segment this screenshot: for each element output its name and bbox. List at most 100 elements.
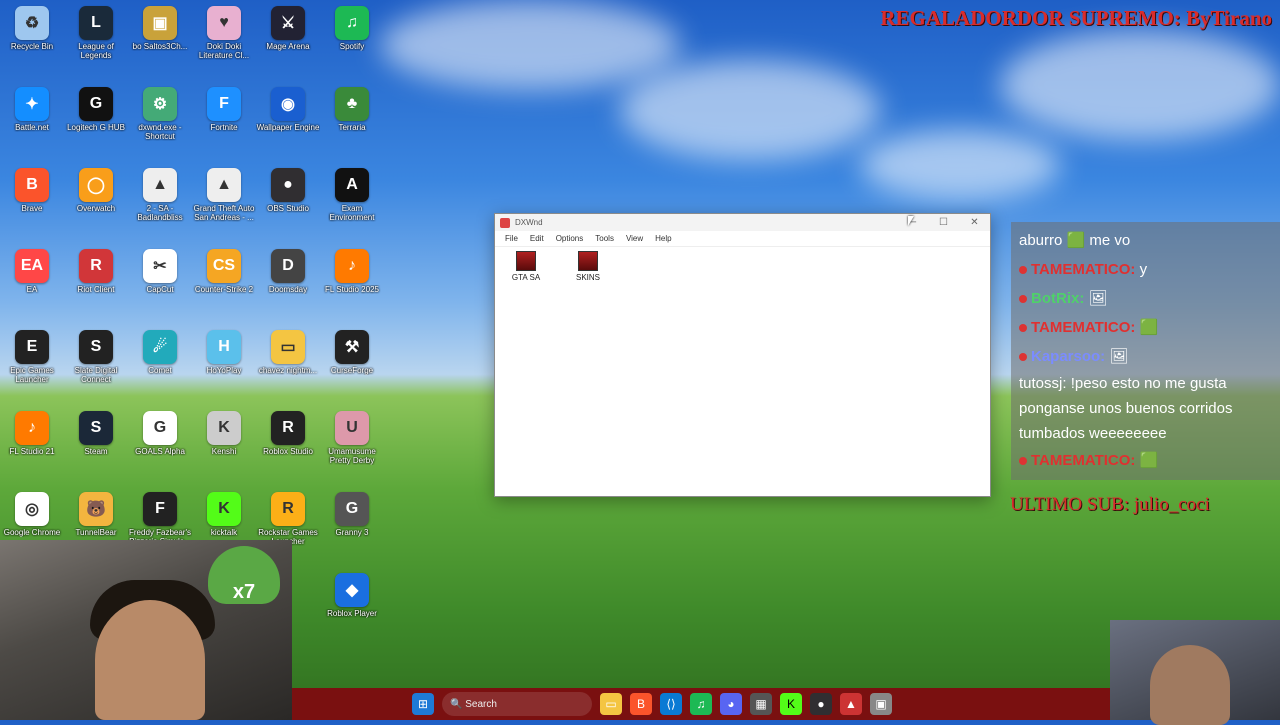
file-explorer-icon[interactable]: ▭ <box>600 693 622 715</box>
desktop-icon[interactable]: F Fortnite <box>192 81 256 132</box>
desktop-icon[interactable]: K Kenshi <box>192 405 256 456</box>
app-icon: ▣ <box>143 6 177 40</box>
desktop-icon[interactable]: S Steam <box>64 405 128 456</box>
desktop-icon[interactable]: EA EA <box>0 243 64 294</box>
desktop-icon[interactable]: ◎ Google Chrome <box>0 486 64 537</box>
desktop-icon-label: Brave <box>21 204 43 213</box>
desktop-icon-label: Exam Environment <box>329 204 375 222</box>
kick-icon[interactable]: K <box>780 693 802 715</box>
desktop-icon[interactable]: ▲ 2 - SA - Badlandbliss <box>128 162 192 222</box>
desktop-icon[interactable]: RRockstar Games Launcher <box>256 486 320 546</box>
desktop-icon[interactable]: ✦ Battle.net <box>0 81 64 132</box>
app-icon: K <box>207 411 241 445</box>
menu-tools[interactable]: Tools <box>589 234 620 243</box>
app-icon: ◉ <box>271 87 305 121</box>
desktop-icon[interactable]: R Roblox Studio <box>256 405 320 456</box>
desktop-icon[interactable]: ▭ chavez nightm... <box>256 324 320 375</box>
app-icon: S <box>79 330 113 364</box>
desktop-icon[interactable]: ⚔ Mage Arena <box>256 0 320 51</box>
app-icon: G <box>79 87 113 121</box>
chat-message: TAMEMATICO: 🟩 <box>1019 446 1272 475</box>
desktop-icon[interactable]: ▲ Grand Theft Auto San Andreas - ... <box>192 162 256 222</box>
desktop-icon[interactable]: ◆ Roblox Player <box>320 567 384 618</box>
desktop-icon[interactable]: U Umamusume Pretty Derby <box>320 405 384 465</box>
desktop-icon-label: League of Legends <box>78 42 114 60</box>
desktop-icon[interactable]: Kkicktalk <box>192 486 256 537</box>
desktop-icon[interactable]: A Exam Environment <box>320 162 384 222</box>
app-icon: G <box>335 492 369 526</box>
desktop-icon[interactable]: S Slate Digital Connect <box>64 324 128 384</box>
app-icon: L <box>79 6 113 40</box>
desktop-icon-label: Umamusume Pretty Derby <box>328 447 376 465</box>
brave-icon[interactable]: B <box>630 693 652 715</box>
desktop-icon-label: Kenshi <box>211 447 237 456</box>
app-icon[interactable]: ▲ <box>840 693 862 715</box>
start-icon[interactable]: ⊞ <box>412 693 434 715</box>
discord-icon[interactable]: ◕ <box>720 693 742 715</box>
vscode-icon[interactable]: ⟨⟩ <box>660 693 682 715</box>
chat-text: 🟩 <box>1139 319 1159 336</box>
desktop-icon[interactable]: ♣ Terraria <box>320 81 384 132</box>
app-icon: R <box>271 411 305 445</box>
desktop-icon-label: Spotify <box>339 42 365 51</box>
desktop-icon[interactable]: G GOALS Alpha <box>128 405 192 456</box>
app-icon[interactable]: ▦ <box>750 693 772 715</box>
desktop-icon[interactable]: ♪ FL Studio 21 <box>0 405 64 456</box>
desktop-icon-label: Roblox Studio <box>263 447 313 456</box>
desktop-icon[interactable]: B Brave <box>0 162 64 213</box>
close-button[interactable]: ✕ <box>959 214 990 231</box>
desktop-icon[interactable]: ✂ CapCut <box>128 243 192 294</box>
app-icon: ▭ <box>271 330 305 364</box>
app-icon: 🐻 <box>79 492 113 526</box>
desktop-icon[interactable]: G Logitech G HUB <box>64 81 128 132</box>
menu-help[interactable]: Help <box>649 234 677 243</box>
desktop-icon[interactable]: ♫ Spotify <box>320 0 384 51</box>
spotify-icon[interactable]: ♫ <box>690 693 712 715</box>
desktop-icon[interactable]: R Riot Client <box>64 243 128 294</box>
chat-message: tutossj: !peso esto no me gusta ponganse… <box>1019 371 1272 446</box>
app-icon: EA <box>15 249 49 283</box>
maximize-button[interactable]: ☐ <box>928 214 959 231</box>
menu-bar: File Edit Options Tools View Help <box>495 231 990 247</box>
desktop-icon[interactable]: ☄ Comet <box>128 324 192 375</box>
taskbar-search[interactable]: 🔍 Search <box>442 692 592 716</box>
desktop-icon[interactable]: ⚙ dxwnd.exe - Shortcut <box>128 81 192 141</box>
obs-icon[interactable]: ● <box>810 693 832 715</box>
app-icon[interactable]: ▣ <box>870 693 892 715</box>
file-item-skins[interactable]: SKINS <box>563 251 613 282</box>
menu-file[interactable]: File <box>499 234 524 243</box>
desktop-icon-label: Doki Doki Literature Cl... <box>198 42 250 60</box>
dxwnd-window[interactable]: DXWnd ─ ☐ ✕ File Edit Options Tools View… <box>494 213 991 497</box>
desktop-icon[interactable]: CS Counter-Strike 2 <box>192 243 256 294</box>
desktop-icon[interactable]: D Doomsday <box>256 243 320 294</box>
desktop-icon[interactable]: ♥ Doki Doki Literature Cl... <box>192 0 256 60</box>
desktop-icon[interactable]: 🐻 TunnelBear <box>64 486 128 537</box>
chat-username: Kaparsoo: <box>1031 348 1106 365</box>
file-item-gta-sa[interactable]: GTA SA <box>501 251 551 282</box>
desktop-icon[interactable]: L League of Legends <box>64 0 128 60</box>
desktop-icon[interactable]: ▣ bo Saltos3Ch... <box>128 0 192 51</box>
desktop-icon[interactable]: ◉ Wallpaper Engine <box>256 81 320 132</box>
desktop-icon[interactable]: ♪ FL Studio 2025 <box>320 243 384 294</box>
desktop-icon[interactable]: ⚒ CurseForge <box>320 324 384 375</box>
app-icon: ✦ <box>15 87 49 121</box>
menu-options[interactable]: Options <box>550 234 590 243</box>
menu-edit[interactable]: Edit <box>524 234 550 243</box>
app-icon: R <box>271 492 305 526</box>
desktop-icon[interactable]: ● OBS Studio <box>256 162 320 213</box>
app-icon: ♪ <box>335 249 369 283</box>
desktop-icon-label: dxwnd.exe - Shortcut <box>138 123 182 141</box>
menu-view[interactable]: View <box>620 234 649 243</box>
desktop-icon[interactable]: E Epic Games Launcher <box>0 324 64 384</box>
desktop-icon-label: bo Saltos3Ch... <box>132 42 188 51</box>
desktop-icon[interactable]: ◯ Overwatch <box>64 162 128 213</box>
search-icon: 🔍 <box>450 698 466 710</box>
desktop-icon[interactable]: G Granny 3 <box>320 486 384 537</box>
desktop-icon[interactable]: FFreddy Fazbear's Pizzeria Simula... <box>128 486 192 546</box>
chat-username: TAMEMATICO: <box>1031 261 1136 278</box>
taskbar: ⊞ 🔍 Search ▭ B ⟨⟩ ♫ ◕ ▦ K ● ▲ ▣ <box>292 688 1110 720</box>
desktop-icon-label: Comet <box>148 366 172 375</box>
title-bar[interactable]: DXWnd ─ ☐ ✕ <box>495 214 990 231</box>
desktop-icon[interactable]: ♻ Recycle Bin <box>0 0 64 51</box>
desktop-icon[interactable]: H HoYoPlay <box>192 324 256 375</box>
